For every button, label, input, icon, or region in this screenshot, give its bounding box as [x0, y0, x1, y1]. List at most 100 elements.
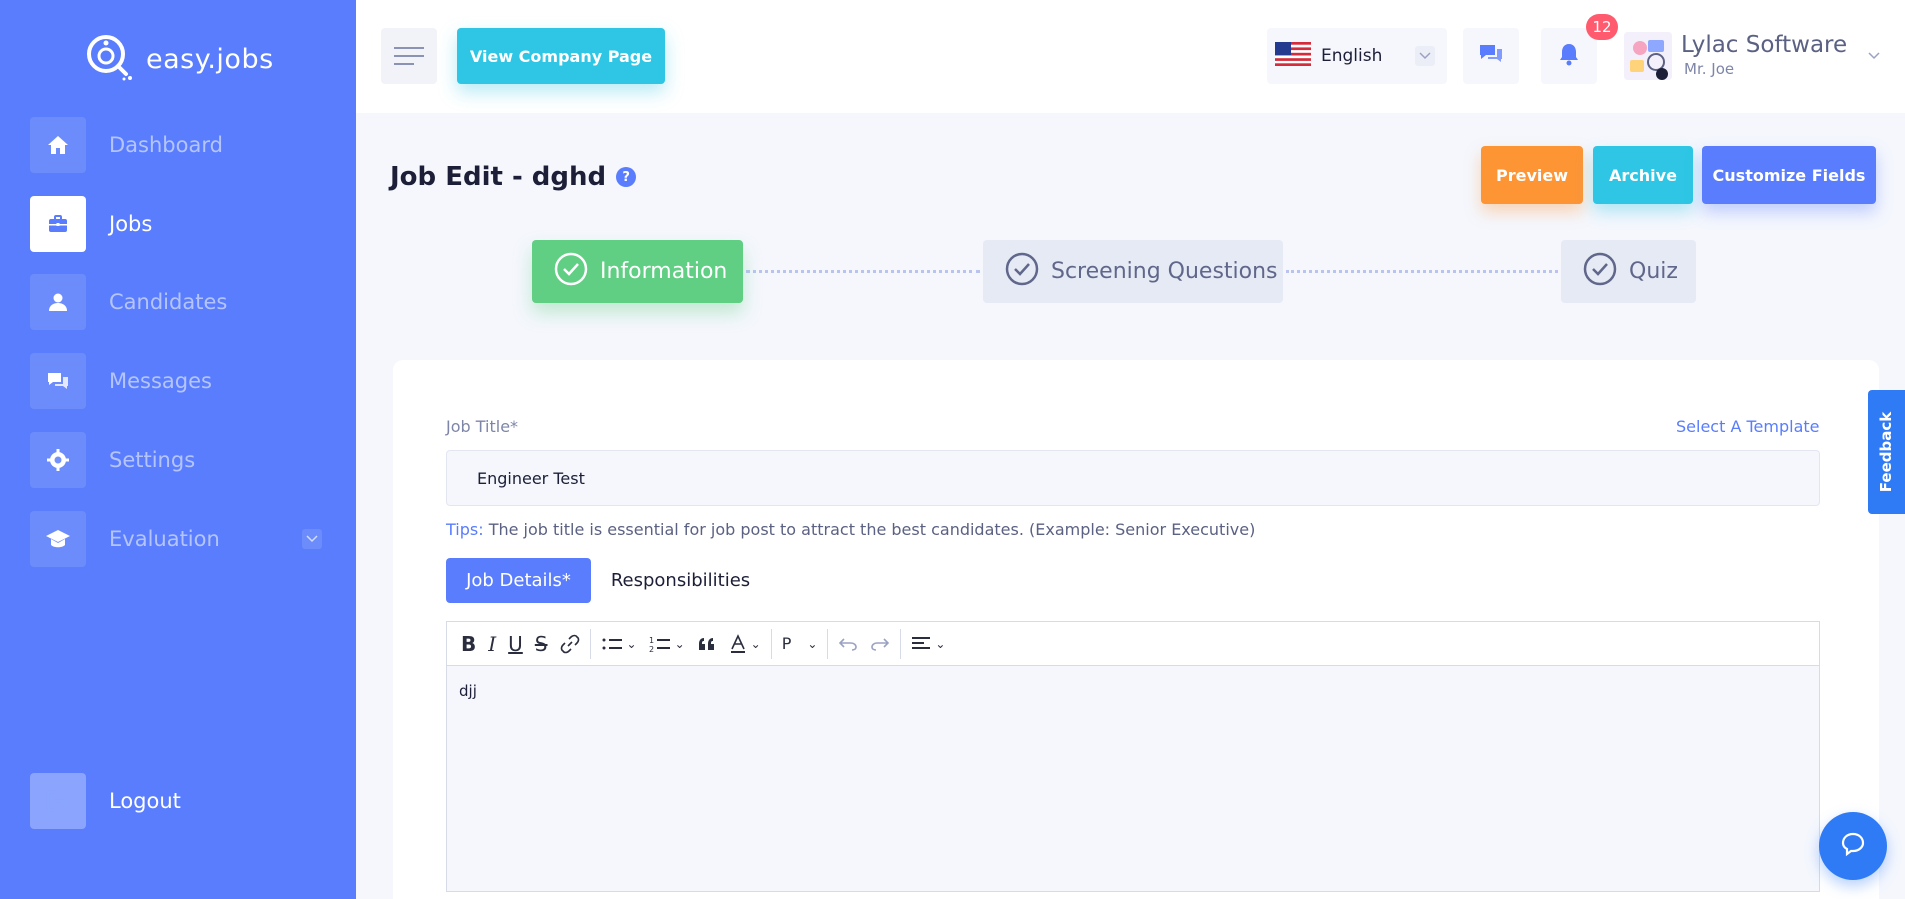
- sidebar-item-label: Evaluation: [109, 527, 220, 551]
- redo-icon[interactable]: [864, 628, 896, 660]
- chevron-down-icon[interactable]: [1864, 46, 1884, 66]
- messages-button[interactable]: [1463, 28, 1519, 84]
- feedback-label: Feedback: [1877, 411, 1896, 493]
- chevron-down-icon: ⌄: [935, 636, 946, 651]
- step-connector: [746, 270, 980, 273]
- job-title-tips: Tips: The job title is essential for job…: [446, 520, 1255, 539]
- logout-button[interactable]: Logout: [30, 773, 330, 829]
- step-information[interactable]: Information: [532, 240, 743, 303]
- step-label: Screening Questions: [1051, 259, 1278, 284]
- gear-icon: [30, 432, 86, 488]
- editor-toolbar: B I U S ⌄ 12 ⌄ ⌄ P ⌄ ⌄: [446, 621, 1820, 666]
- sidebar-item-evaluation[interactable]: Evaluation: [30, 511, 330, 567]
- chevron-down-icon: ⌄: [807, 636, 818, 651]
- undo-icon[interactable]: [832, 628, 864, 660]
- select-template-link[interactable]: Select A Template: [1676, 417, 1819, 436]
- view-company-page-button[interactable]: View Company Page: [457, 28, 665, 84]
- step-label: Information: [600, 259, 728, 284]
- chat-bubble-icon: [1839, 830, 1867, 862]
- toolbar-separator: [827, 628, 829, 659]
- bell-icon: [1558, 42, 1580, 70]
- step-label: Quiz: [1629, 259, 1678, 284]
- user-name: Mr. Joe: [1684, 60, 1735, 78]
- blockquote-icon[interactable]: [691, 628, 723, 660]
- chevron-down-icon[interactable]: [302, 529, 322, 549]
- editor-content: djj: [459, 682, 477, 700]
- sidebar-item-settings[interactable]: Settings: [30, 432, 330, 488]
- top-header: View Company Page English 12 Lylac Softw…: [356, 0, 1905, 113]
- sidebar-item-messages[interactable]: Messages: [30, 353, 330, 409]
- preview-button[interactable]: Preview: [1481, 146, 1583, 204]
- us-flag-icon: [1275, 42, 1311, 70]
- page-title-text: Job Edit - dghd: [390, 162, 607, 192]
- job-title-input[interactable]: [446, 450, 1820, 506]
- step-screening-questions[interactable]: Screening Questions: [983, 240, 1283, 303]
- link-icon[interactable]: [554, 628, 586, 660]
- toolbar-separator: [589, 628, 591, 659]
- svg-text:2: 2: [649, 645, 654, 653]
- italic-icon[interactable]: I: [482, 628, 502, 660]
- chevron-down-icon: [1415, 46, 1435, 66]
- sidebar: easy.jobs Dashboard Jobs Candidates Mess…: [0, 0, 356, 899]
- svg-text:1: 1: [649, 636, 654, 645]
- chat-icon: [30, 353, 86, 409]
- hamburger-line: [394, 63, 414, 65]
- bold-icon[interactable]: B: [455, 628, 482, 660]
- user-icon: [30, 274, 86, 330]
- logout-icon: [30, 773, 86, 829]
- sidebar-item-label: Dashboard: [109, 133, 223, 157]
- align-icon[interactable]: ⌄: [905, 628, 951, 660]
- language-selector[interactable]: English: [1267, 28, 1447, 84]
- sidebar-item-label: Settings: [109, 448, 196, 472]
- logout-label: Logout: [109, 789, 181, 813]
- numbered-list-icon[interactable]: 12 ⌄: [643, 628, 691, 660]
- briefcase-icon: [30, 196, 86, 252]
- graduation-cap-icon: [30, 511, 86, 567]
- hamburger-line: [394, 47, 424, 49]
- customize-fields-button[interactable]: Customize Fields: [1702, 146, 1876, 204]
- menu-toggle-button[interactable]: [381, 28, 437, 84]
- job-details-editor[interactable]: djj: [446, 666, 1820, 892]
- tips-prefix: Tips:: [446, 520, 484, 539]
- tab-responsibilities[interactable]: Responsibilities: [598, 558, 763, 603]
- tips-text: The job title is essential for job post …: [483, 520, 1256, 539]
- tab-job-details[interactable]: Job Details*: [446, 558, 591, 603]
- sidebar-item-jobs[interactable]: Jobs: [30, 196, 330, 252]
- underline-icon[interactable]: U: [502, 628, 529, 660]
- feedback-tab[interactable]: Feedback: [1868, 390, 1905, 514]
- company-avatar[interactable]: [1624, 32, 1672, 80]
- archive-button[interactable]: Archive: [1593, 146, 1693, 204]
- logo-text: easy.jobs: [146, 43, 274, 75]
- strikethrough-icon[interactable]: S: [529, 628, 554, 660]
- check-circle-icon: [554, 252, 588, 292]
- sidebar-item-label: Jobs: [109, 212, 153, 236]
- notification-count-badge: 12: [1586, 14, 1618, 40]
- company-name[interactable]: Lylac Software: [1681, 32, 1847, 58]
- paragraph-format-select[interactable]: P ⌄: [776, 628, 824, 660]
- step-connector: [1286, 270, 1558, 273]
- logo-icon: [84, 32, 136, 86]
- help-icon[interactable]: ?: [616, 167, 637, 187]
- sidebar-item-dashboard[interactable]: Dashboard: [30, 117, 330, 173]
- home-icon: [30, 117, 86, 173]
- sidebar-item-candidates[interactable]: Candidates: [30, 274, 330, 330]
- chevron-down-icon: ⌄: [626, 636, 637, 651]
- page-title: Job Edit - dghd ?: [390, 162, 637, 192]
- step-quiz[interactable]: Quiz: [1561, 240, 1696, 303]
- sidebar-item-label: Messages: [109, 369, 212, 393]
- sidebar-item-label: Candidates: [109, 290, 228, 314]
- chat-widget-button[interactable]: [1819, 812, 1887, 880]
- bullet-list-icon[interactable]: ⌄: [595, 628, 643, 660]
- check-circle-icon: [1005, 252, 1039, 292]
- toolbar-separator: [900, 628, 902, 659]
- chevron-down-icon: ⌄: [674, 636, 685, 651]
- language-label: English: [1321, 46, 1383, 66]
- toolbar-separator: [770, 628, 772, 659]
- text-color-icon[interactable]: ⌄: [723, 628, 767, 660]
- chat-icon: [1478, 43, 1504, 69]
- logo[interactable]: easy.jobs: [84, 32, 274, 86]
- job-title-label: Job Title*: [446, 417, 519, 436]
- paragraph-format-value: P: [781, 634, 792, 653]
- notifications-button[interactable]: [1541, 28, 1597, 84]
- check-circle-icon: [1583, 252, 1617, 292]
